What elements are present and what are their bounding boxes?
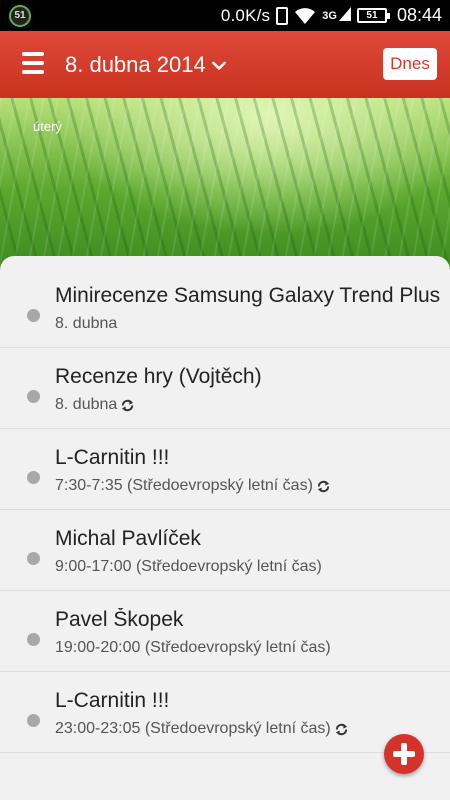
event-color-dot	[27, 552, 40, 565]
event-color-dot	[27, 714, 40, 727]
event-title: Recenze hry (Vojtěch)	[55, 365, 262, 388]
event-title: Minirecenze Samsung Galaxy Trend Plus	[55, 284, 441, 307]
event-title: Pavel Škopek	[55, 608, 184, 631]
add-event-button[interactable]	[384, 734, 424, 774]
clock: 08:44	[396, 5, 442, 25]
event-time: 7:30-7:35 (Středoevropský letní čas)	[55, 477, 313, 494]
event-list: Minirecenze Samsung Galaxy Trend Plus 8. …	[0, 267, 450, 753]
event-row[interactable]: Minirecenze Samsung Galaxy Trend Plus 8. …	[0, 267, 450, 348]
notification-badge-icon: 51	[9, 5, 31, 27]
event-subtitle: 7:30-7:35 (Středoevropský letní čas)	[55, 477, 331, 495]
network-type: 3G	[322, 9, 337, 22]
event-subtitle: 8. dubna	[55, 396, 135, 414]
event-row[interactable]: L-Carnitin !!! 23:00-23:05 (Středoevropsk…	[0, 672, 450, 753]
event-color-dot	[27, 633, 40, 646]
date-title: 8. dubna 2014	[65, 52, 206, 77]
repeat-icon	[335, 723, 347, 735]
signal-icon: 3G	[322, 6, 351, 22]
repeat-icon	[317, 480, 330, 492]
event-row[interactable]: Michal Pavlíček 9:00-17:00 (Středoevropsk…	[0, 510, 450, 591]
event-title: L-Carnitin !!!	[55, 689, 170, 712]
vibrate-icon	[276, 6, 289, 25]
event-subtitle: 23:00-23:05 (Středoevropský letní čas)	[55, 720, 349, 738]
event-color-dot	[27, 309, 40, 322]
event-row[interactable]: Pavel Škopek 19:00-20:00 (Středoevropský …	[0, 591, 450, 672]
status-icons: 0.0K/s 3G 51 08:44	[221, 0, 442, 31]
header-image	[0, 98, 450, 268]
event-time: 19:00-20:00 (Středoevropský letní čas)	[55, 639, 331, 656]
event-subtitle: 8. dubna	[55, 315, 117, 333]
event-row[interactable]: Recenze hry (Vojtěch) 8. dubna	[0, 348, 450, 429]
status-bar: 51 0.0K/s 3G 51 08:44	[0, 0, 450, 31]
event-list-card: Minirecenze Samsung Galaxy Trend Plus 8. …	[0, 256, 450, 800]
today-button[interactable]: Dnes	[383, 48, 437, 80]
weekday-label: úterý	[33, 119, 62, 134]
event-subtitle: 9:00-17:00 (Středoevropský letní čas)	[55, 558, 322, 576]
event-time: 8. dubna	[55, 396, 118, 413]
event-row[interactable]: L-Carnitin !!! 7:30-7:35 (Středoevropský …	[0, 429, 450, 510]
chevron-down-icon	[211, 61, 226, 70]
event-color-dot	[27, 471, 40, 484]
event-subtitle: 19:00-20:00 (Středoevropský letní čas)	[55, 639, 331, 657]
event-time: 23:00-23:05 (Středoevropský letní čas)	[55, 720, 331, 737]
event-color-dot	[27, 390, 40, 403]
hamburger-icon[interactable]	[22, 52, 44, 76]
event-title: Michal Pavlíček	[55, 527, 201, 550]
battery-icon: 51	[356, 8, 390, 23]
wifi-icon	[295, 7, 316, 24]
network-speed: 0.0K/s	[220, 5, 271, 25]
repeat-icon	[122, 399, 134, 411]
app-bar: 8. dubna 2014 Dnes	[0, 31, 450, 98]
date-selector[interactable]: 8. dubna 2014	[65, 31, 226, 98]
event-time: 8. dubna	[55, 315, 118, 332]
event-time: 9:00-17:00 (Středoevropský letní čas)	[55, 558, 322, 575]
event-title: L-Carnitin !!!	[55, 446, 170, 469]
